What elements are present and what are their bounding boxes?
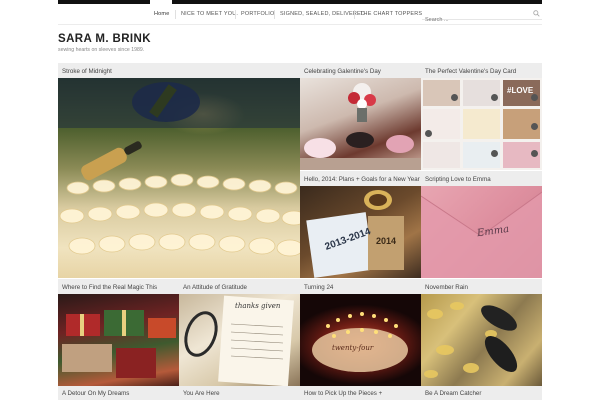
main-nav: Home NICE TO MEET YOU. PORTFOLIO SIGNED,…: [58, 6, 542, 26]
tile-title[interactable]: November Rain: [425, 284, 468, 291]
valentine-cards-collage[interactable]: #LOVE: [421, 78, 542, 170]
nav-divider: [274, 10, 275, 19]
tile-title[interactable]: Celebrating Galentine's Day: [304, 68, 381, 75]
tile-label: Where to Find the Real Magic This: [58, 279, 179, 294]
nav-nice-to-meet-you[interactable]: NICE TO MEET YOU.: [181, 11, 238, 17]
top-bar: [58, 0, 542, 4]
galentines-party-photo[interactable]: [300, 78, 421, 170]
tile-title[interactable]: Hello, 2014: Plans + Goals for a New Yea…: [304, 176, 420, 183]
journal-heading-text: thanks given: [235, 302, 281, 310]
nav-chart-toppers[interactable]: THE CHART TOPPERS: [360, 11, 422, 17]
card-zoom-icon[interactable]: [491, 94, 498, 101]
champagne-photo[interactable]: [58, 78, 300, 278]
tile-label: The Perfect Valentine's Day Card: [421, 63, 542, 78]
birthday-cake-photo[interactable]: twenty-four: [300, 294, 421, 386]
tile-title[interactable]: An Attitude of Gratitude: [183, 284, 247, 291]
post-tile-november-rain[interactable]: November Rain: [421, 279, 542, 386]
planner-photo[interactable]: 2013-2014 2014: [300, 186, 421, 278]
card-zoom-icon[interactable]: [531, 123, 538, 130]
post-tile-gratitude[interactable]: An Attitude of Gratitude thanks given: [179, 279, 300, 386]
tile-title[interactable]: A Detour On My Dreams: [62, 390, 129, 397]
nav-portfolio[interactable]: PORTFOLIO: [241, 11, 274, 17]
cake-candles-illustration: [312, 312, 408, 372]
nav-divider: [175, 10, 176, 19]
tile-title[interactable]: Scripting Love to Emma: [425, 176, 491, 183]
tile-title[interactable]: Turning 24: [304, 284, 333, 291]
top-bar-active-indicator: [150, 0, 172, 4]
post-tile-stroke-of-midnight[interactable]: Stroke of Midnight: [58, 63, 300, 278]
card-thumbnail: [423, 80, 460, 106]
card-zoom-icon[interactable]: [531, 150, 538, 157]
tile-title[interactable]: Where to Find the Real Magic This: [62, 284, 157, 291]
gifts-illustration: [62, 310, 176, 378]
wrapped-gifts-photo[interactable]: [58, 294, 179, 386]
love-card-text: #LOVE: [507, 86, 534, 95]
nav-divider: [354, 10, 355, 19]
card-thumbnail: [463, 80, 500, 106]
search-icon[interactable]: [533, 10, 540, 17]
card-zoom-icon[interactable]: [451, 94, 458, 101]
post-tile-detour-label[interactable]: A Detour On My Dreams: [58, 386, 179, 400]
nav-divider-line: [58, 24, 542, 25]
post-tile-scripting-love[interactable]: Scripting Love to Emma Emma: [421, 171, 542, 278]
party-table-illustration: [300, 83, 421, 170]
site-tagline: sewing hearts on sleeves since 1989.: [58, 47, 145, 53]
card-zoom-icon[interactable]: [425, 130, 432, 137]
tile-label: Hello, 2014: Plans + Goals for a New Yea…: [300, 171, 421, 186]
tile-title[interactable]: The Perfect Valentine's Day Card: [425, 68, 516, 75]
tile-title[interactable]: Stroke of Midnight: [62, 68, 112, 75]
tile-title[interactable]: You Are Here: [183, 390, 220, 397]
tile-label: November Rain: [421, 279, 542, 294]
post-tile-turning-24[interactable]: Turning 24 twenty-four: [300, 279, 421, 386]
tile-label: Scripting Love to Emma: [421, 171, 542, 186]
champagne-glasses-illustration: [58, 78, 300, 257]
post-tile-valentines-card[interactable]: The Perfect Valentine's Day Card #LOVE: [421, 63, 542, 170]
sneakers-leaves-illustration: [424, 302, 518, 378]
post-tile-dream-catcher-label[interactable]: Be A Dream Catcher: [421, 386, 542, 400]
planner-cover-year: 2014: [376, 236, 397, 246]
tile-label: Turning 24: [300, 279, 421, 294]
post-tile-galentines-day[interactable]: Celebrating Galentine's Day: [300, 63, 421, 170]
card-zoom-icon[interactable]: [531, 94, 538, 101]
tile-title[interactable]: How to Pick Up the Pieces +: [304, 390, 382, 397]
cake-script-text: twenty-four: [332, 344, 374, 352]
post-tile-hello-2014[interactable]: Hello, 2014: Plans + Goals for a New Yea…: [300, 171, 421, 278]
card-zoom-icon[interactable]: [491, 150, 498, 157]
tile-title[interactable]: Be A Dream Catcher: [425, 390, 481, 397]
site-title[interactable]: SARA M. BRINK: [58, 33, 151, 45]
card-thumbnail: [463, 109, 500, 139]
tile-label: Celebrating Galentine's Day: [300, 63, 421, 78]
card-thumbnail: [423, 142, 460, 168]
journal-photo[interactable]: thanks given: [179, 294, 300, 386]
post-tile-pick-up-pieces-label[interactable]: How to Pick Up the Pieces +: [300, 386, 421, 400]
pink-envelope-photo[interactable]: Emma: [421, 186, 542, 278]
nav-signed-sealed-delivered[interactable]: SIGNED, SEALED, DELIVERED: [280, 11, 365, 17]
nav-divider: [235, 10, 236, 19]
post-tile-real-magic[interactable]: Where to Find the Real Magic This: [58, 279, 179, 386]
fallen-leaves-photo[interactable]: [421, 294, 542, 386]
search-box: [422, 8, 542, 26]
post-tile-you-are-here-label[interactable]: You Are Here: [179, 386, 300, 400]
tile-label: An Attitude of Gratitude: [179, 279, 300, 294]
nav-home[interactable]: Home: [154, 11, 169, 17]
tile-label: Stroke of Midnight: [58, 63, 300, 78]
card-thumbnail: #LOVE: [503, 80, 540, 106]
